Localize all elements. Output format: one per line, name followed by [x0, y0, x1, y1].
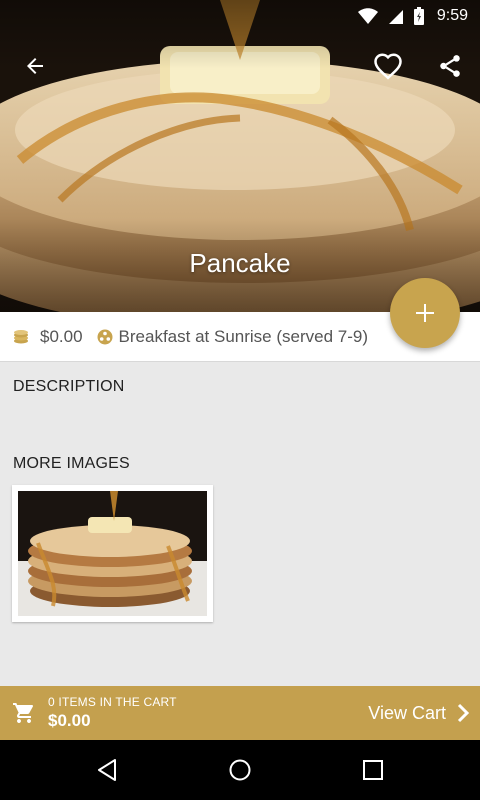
view-cart-button[interactable]: View Cart: [368, 686, 480, 740]
nav-home-icon: [229, 759, 251, 781]
thumbnail-image: [18, 491, 207, 616]
cart-bar: 0 ITEMS IN THE CART $0.00 View Cart: [0, 686, 480, 740]
cart-item-count: 0 ITEMS IN THE CART: [48, 695, 177, 709]
status-bar: 9:59: [0, 0, 480, 32]
wifi-icon: [357, 8, 378, 24]
plus-icon: [416, 304, 434, 322]
view-cart-label: View Cart: [368, 702, 446, 723]
cart-total: $0.00: [48, 711, 91, 730]
product-price: $0.00: [40, 326, 83, 346]
share-button[interactable]: [430, 46, 470, 86]
image-thumbnail[interactable]: [12, 485, 213, 622]
share-icon: [440, 55, 460, 77]
back-button[interactable]: [15, 46, 55, 86]
add-to-cart-button[interactable]: [390, 278, 460, 348]
pancake-stack-image: [18, 491, 207, 616]
product-category: Breakfast at Sunrise (served 7-9): [118, 326, 368, 346]
shopping-cart-icon: [13, 703, 33, 723]
battery-icon: [413, 7, 424, 25]
cart-summary: 0 ITEMS IN THE CART $0.00: [48, 695, 177, 731]
nav-home-button[interactable]: [210, 740, 270, 800]
system-nav-bar: [0, 740, 480, 800]
heart-icon: [374, 53, 402, 80]
description-heading: DESCRIPTION: [13, 378, 125, 395]
chevron-right-icon: [457, 703, 470, 723]
arrow-back-icon: [27, 58, 43, 74]
product-detail-screen: 9:59 Pancake $0.00 Breakfast at Sunrise …: [0, 0, 480, 800]
coins-icon: [14, 329, 28, 343]
product-title: Pancake: [189, 248, 291, 278]
nav-recents-button[interactable]: [343, 740, 403, 800]
cart-icon-container: [0, 686, 48, 740]
category-icon: [97, 329, 113, 344]
favorite-button[interactable]: [368, 46, 408, 86]
signal-icon: [388, 10, 403, 24]
nav-recents-icon: [363, 760, 384, 780]
nav-back-button[interactable]: [77, 740, 137, 800]
more-images-heading: MORE IMAGES: [13, 455, 130, 472]
nav-back-icon: [97, 759, 116, 781]
status-time: 9:59: [436, 7, 468, 24]
